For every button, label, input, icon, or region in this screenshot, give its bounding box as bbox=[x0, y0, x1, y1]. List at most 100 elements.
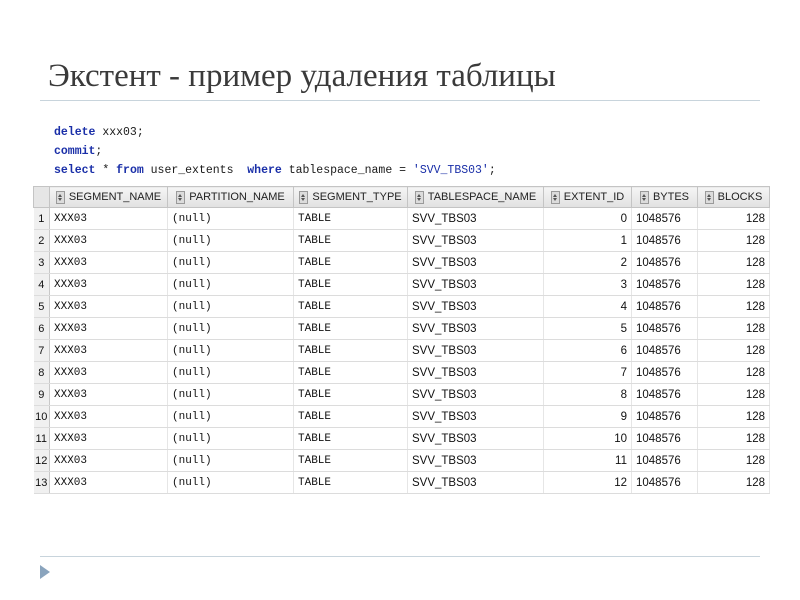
cell-segment-type[interactable]: TABLE bbox=[293, 207, 408, 230]
cell-segment-name[interactable]: XXX03 bbox=[49, 427, 168, 450]
row-number[interactable]: 12 bbox=[33, 449, 50, 472]
cell-blocks[interactable]: 128 bbox=[697, 339, 770, 362]
table-row[interactable]: 8 XXX03 (null) TABLE SVV_TBS03 7 1048576 128 bbox=[33, 361, 770, 384]
cell-segment-name[interactable]: XXX03 bbox=[49, 383, 168, 406]
cell-extent-id[interactable]: 1 bbox=[543, 229, 632, 252]
cell-extent-id[interactable]: 0 bbox=[543, 207, 632, 230]
table-row[interactable]: 1 XXX03 (null) TABLE SVV_TBS03 0 1048576 128 bbox=[33, 207, 770, 230]
cell-extent-id[interactable]: 8 bbox=[543, 383, 632, 406]
cell-segment-type[interactable]: TABLE bbox=[293, 449, 408, 472]
table-row[interactable]: 13 XXX03 (null) TABLE SVV_TBS03 12 1048576 128 bbox=[33, 471, 770, 494]
cell-segment-name[interactable]: XXX03 bbox=[49, 295, 168, 318]
cell-segment-name[interactable]: XXX03 bbox=[49, 471, 168, 494]
cell-segment-type[interactable]: TABLE bbox=[293, 295, 408, 318]
cell-blocks[interactable]: 128 bbox=[697, 383, 770, 406]
cell-segment-type[interactable]: TABLE bbox=[293, 471, 408, 494]
cell-bytes[interactable]: 1048576 bbox=[631, 251, 698, 274]
cell-extent-id[interactable]: 4 bbox=[543, 295, 632, 318]
cell-segment-name[interactable]: XXX03 bbox=[49, 317, 168, 340]
cell-partition-name[interactable]: (null) bbox=[167, 207, 294, 230]
cell-segment-name[interactable]: XXX03 bbox=[49, 449, 168, 472]
cell-segment-type[interactable]: TABLE bbox=[293, 383, 408, 406]
cell-partition-name[interactable]: (null) bbox=[167, 251, 294, 274]
row-number[interactable]: 10 bbox=[33, 405, 50, 428]
table-row[interactable]: 9 XXX03 (null) TABLE SVV_TBS03 8 1048576 128 bbox=[33, 383, 770, 406]
cell-segment-type[interactable]: TABLE bbox=[293, 427, 408, 450]
cell-segment-name[interactable]: XXX03 bbox=[49, 251, 168, 274]
cell-tablespace-name[interactable]: SVV_TBS03 bbox=[407, 207, 544, 230]
cell-partition-name[interactable]: (null) bbox=[167, 449, 294, 472]
cell-bytes[interactable]: 1048576 bbox=[631, 405, 698, 428]
sort-icon[interactable] bbox=[414, 190, 424, 204]
cell-segment-type[interactable]: TABLE bbox=[293, 229, 408, 252]
row-number[interactable]: 8 bbox=[33, 361, 50, 384]
sort-icon[interactable] bbox=[299, 190, 309, 204]
row-number[interactable]: 7 bbox=[33, 339, 50, 362]
cell-partition-name[interactable]: (null) bbox=[167, 383, 294, 406]
cell-segment-type[interactable]: TABLE bbox=[293, 361, 408, 384]
cell-bytes[interactable]: 1048576 bbox=[631, 427, 698, 450]
table-row[interactable]: 6 XXX03 (null) TABLE SVV_TBS03 5 1048576 128 bbox=[33, 317, 770, 340]
row-number[interactable]: 11 bbox=[33, 427, 50, 450]
cell-extent-id[interactable]: 5 bbox=[543, 317, 632, 340]
cell-tablespace-name[interactable]: SVV_TBS03 bbox=[407, 317, 544, 340]
cell-blocks[interactable]: 128 bbox=[697, 295, 770, 318]
grid-corner-cell[interactable] bbox=[33, 186, 50, 208]
cell-bytes[interactable]: 1048576 bbox=[631, 317, 698, 340]
cell-partition-name[interactable]: (null) bbox=[167, 273, 294, 296]
cell-extent-id[interactable]: 3 bbox=[543, 273, 632, 296]
sql-editor[interactable]: delete xxx03; commit; select * from user… bbox=[54, 123, 496, 180]
column-header-extent-id[interactable]: EXTENT_ID bbox=[543, 186, 632, 208]
column-header-blocks[interactable]: BLOCKS bbox=[697, 186, 770, 208]
cell-bytes[interactable]: 1048576 bbox=[631, 471, 698, 494]
column-header-tablespace-name[interactable]: TABLESPACE_NAME bbox=[407, 186, 544, 208]
row-number[interactable]: 4 bbox=[33, 273, 50, 296]
cell-tablespace-name[interactable]: SVV_TBS03 bbox=[407, 383, 544, 406]
cell-blocks[interactable]: 128 bbox=[697, 405, 770, 428]
cell-partition-name[interactable]: (null) bbox=[167, 361, 294, 384]
cell-blocks[interactable]: 128 bbox=[697, 317, 770, 340]
row-number[interactable]: 13 bbox=[33, 471, 50, 494]
cell-blocks[interactable]: 128 bbox=[697, 471, 770, 494]
cell-blocks[interactable]: 128 bbox=[697, 361, 770, 384]
cell-partition-name[interactable]: (null) bbox=[167, 471, 294, 494]
cell-tablespace-name[interactable]: SVV_TBS03 bbox=[407, 449, 544, 472]
cell-tablespace-name[interactable]: SVV_TBS03 bbox=[407, 471, 544, 494]
cell-partition-name[interactable]: (null) bbox=[167, 229, 294, 252]
column-header-bytes[interactable]: BYTES bbox=[631, 186, 698, 208]
cell-tablespace-name[interactable]: SVV_TBS03 bbox=[407, 229, 544, 252]
sort-icon[interactable] bbox=[704, 190, 714, 204]
cell-partition-name[interactable]: (null) bbox=[167, 317, 294, 340]
table-row[interactable]: 5 XXX03 (null) TABLE SVV_TBS03 4 1048576 128 bbox=[33, 295, 770, 318]
cell-segment-type[interactable]: TABLE bbox=[293, 251, 408, 274]
cell-tablespace-name[interactable]: SVV_TBS03 bbox=[407, 251, 544, 274]
cell-extent-id[interactable]: 12 bbox=[543, 471, 632, 494]
cell-tablespace-name[interactable]: SVV_TBS03 bbox=[407, 427, 544, 450]
cell-tablespace-name[interactable]: SVV_TBS03 bbox=[407, 295, 544, 318]
sort-icon[interactable] bbox=[639, 190, 649, 204]
row-number[interactable]: 1 bbox=[33, 207, 50, 230]
cell-extent-id[interactable]: 2 bbox=[543, 251, 632, 274]
cell-segment-name[interactable]: XXX03 bbox=[49, 207, 168, 230]
cell-extent-id[interactable]: 10 bbox=[543, 427, 632, 450]
row-number[interactable]: 5 bbox=[33, 295, 50, 318]
row-number[interactable]: 6 bbox=[33, 317, 50, 340]
table-row[interactable]: 7 XXX03 (null) TABLE SVV_TBS03 6 1048576 128 bbox=[33, 339, 770, 362]
cell-partition-name[interactable]: (null) bbox=[167, 295, 294, 318]
cell-tablespace-name[interactable]: SVV_TBS03 bbox=[407, 361, 544, 384]
sort-icon[interactable] bbox=[176, 190, 186, 204]
cell-bytes[interactable]: 1048576 bbox=[631, 229, 698, 252]
cell-extent-id[interactable]: 7 bbox=[543, 361, 632, 384]
cell-partition-name[interactable]: (null) bbox=[167, 405, 294, 428]
cell-bytes[interactable]: 1048576 bbox=[631, 449, 698, 472]
cell-segment-name[interactable]: XXX03 bbox=[49, 405, 168, 428]
row-number[interactable]: 9 bbox=[33, 383, 50, 406]
table-row[interactable]: 12 XXX03 (null) TABLE SVV_TBS03 11 1048576 128 bbox=[33, 449, 770, 472]
table-row[interactable]: 10 XXX03 (null) TABLE SVV_TBS03 9 1048576 128 bbox=[33, 405, 770, 428]
cell-tablespace-name[interactable]: SVV_TBS03 bbox=[407, 273, 544, 296]
cell-blocks[interactable]: 128 bbox=[697, 449, 770, 472]
cell-segment-name[interactable]: XXX03 bbox=[49, 361, 168, 384]
sort-icon[interactable] bbox=[550, 190, 560, 204]
cell-extent-id[interactable]: 6 bbox=[543, 339, 632, 362]
sort-icon[interactable] bbox=[55, 190, 65, 204]
